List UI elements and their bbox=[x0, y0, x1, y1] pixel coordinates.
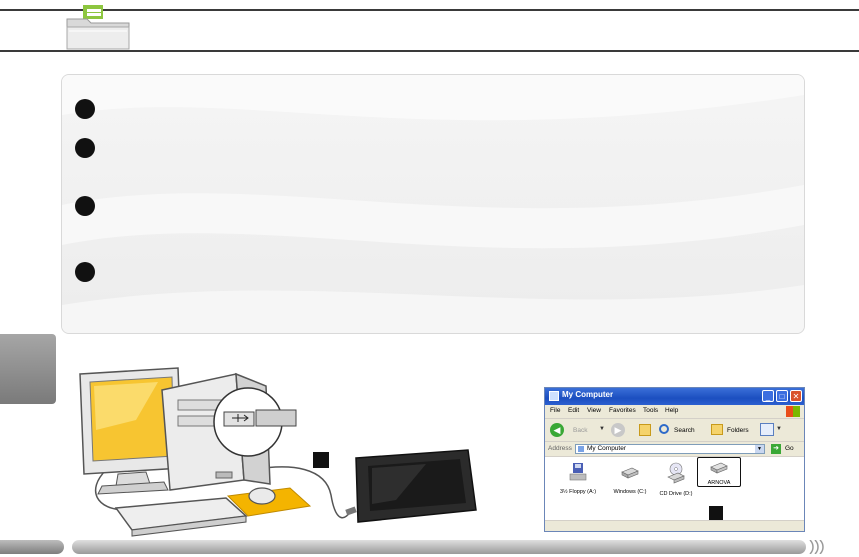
address-label: Address bbox=[548, 445, 572, 452]
address-field[interactable]: My Computer ▼ bbox=[575, 444, 765, 454]
computer-icon bbox=[549, 391, 559, 401]
back-label[interactable]: Back bbox=[573, 427, 587, 434]
address-computer-icon bbox=[578, 446, 584, 452]
drive-label: ARNOVA bbox=[707, 480, 731, 486]
menu-tools[interactable]: Tools bbox=[643, 407, 658, 414]
address-value: My Computer bbox=[587, 445, 627, 452]
menu-help[interactable]: Help bbox=[665, 407, 678, 414]
tablet-illustration bbox=[345, 449, 477, 523]
keyboard-illustration bbox=[114, 497, 248, 537]
bullet-2 bbox=[75, 138, 95, 158]
hard-drive-icon bbox=[621, 467, 639, 479]
folders-button[interactable]: Folders bbox=[727, 427, 749, 434]
usb-port-zoom-illustration bbox=[213, 387, 297, 457]
drive-floppy[interactable]: 3½ Floppy (A:) bbox=[551, 462, 605, 495]
maximize-button[interactable]: □ bbox=[776, 390, 788, 402]
address-bar: Address My Computer ▼ ➜ Go bbox=[545, 442, 804, 457]
go-button[interactable]: Go bbox=[785, 445, 794, 452]
status-bar bbox=[545, 520, 804, 531]
minimize-button[interactable]: _ bbox=[762, 390, 774, 402]
language-side-tab bbox=[0, 334, 56, 404]
folders-icon[interactable] bbox=[711, 424, 723, 435]
search-icon[interactable] bbox=[659, 424, 669, 434]
step-marker-cable bbox=[313, 452, 329, 468]
removable-drive-icon bbox=[710, 462, 728, 474]
up-folder-icon[interactable] bbox=[639, 424, 651, 436]
address-dropdown-icon[interactable]: ▼ bbox=[755, 445, 764, 453]
footer-bar bbox=[0, 540, 806, 554]
info-panel bbox=[61, 74, 805, 334]
windows-logo-icon bbox=[786, 406, 800, 417]
floppy-drive-icon bbox=[569, 463, 587, 481]
cd-drive-icon bbox=[667, 462, 685, 484]
menu-favorites[interactable]: Favorites bbox=[609, 407, 636, 414]
footer-main-segment bbox=[72, 540, 806, 554]
back-icon[interactable]: ◀ bbox=[550, 423, 564, 437]
go-arrow-icon[interactable]: ➜ bbox=[771, 444, 781, 454]
drive-arnova-selected[interactable]: ARNOVA bbox=[697, 457, 741, 487]
usb-connection-illustration bbox=[79, 367, 477, 537]
dropdown-arrow-icon[interactable]: ▼ bbox=[599, 426, 605, 432]
footer-left-segment bbox=[0, 540, 64, 554]
menu-edit[interactable]: Edit bbox=[568, 407, 579, 414]
menu-file[interactable]: File bbox=[550, 407, 560, 414]
menu-bar: File Edit View Favorites Tools Help bbox=[545, 405, 804, 419]
bullet-1 bbox=[75, 99, 95, 119]
step-marker-drive bbox=[709, 506, 723, 520]
search-button[interactable]: Search bbox=[674, 427, 695, 434]
bullet-4 bbox=[75, 262, 95, 282]
folder-icon bbox=[65, 5, 131, 51]
toolbar: ◀ Back ▼ ▶ Search Folders ▼ bbox=[545, 419, 804, 442]
close-button[interactable]: ✕ bbox=[790, 390, 802, 402]
forward-icon[interactable]: ▶ bbox=[611, 423, 625, 437]
footer-chevrons-icon bbox=[809, 540, 824, 554]
window-title: My Computer bbox=[562, 390, 614, 399]
drive-label: CD Drive (D:) bbox=[659, 491, 693, 497]
bullet-3 bbox=[75, 196, 95, 216]
window-titlebar: My Computer _ □ ✕ bbox=[545, 388, 804, 405]
drive-label: 3½ Floppy (A:) bbox=[559, 489, 597, 495]
drive-cd[interactable]: CD Drive (D:) bbox=[649, 462, 703, 497]
my-computer-window: My Computer _ □ ✕ File Edit View Favorit… bbox=[544, 387, 805, 532]
views-icon[interactable] bbox=[760, 423, 774, 436]
menu-view[interactable]: View bbox=[587, 407, 601, 414]
views-dropdown-icon[interactable]: ▼ bbox=[776, 426, 782, 432]
wave-background bbox=[62, 75, 804, 333]
